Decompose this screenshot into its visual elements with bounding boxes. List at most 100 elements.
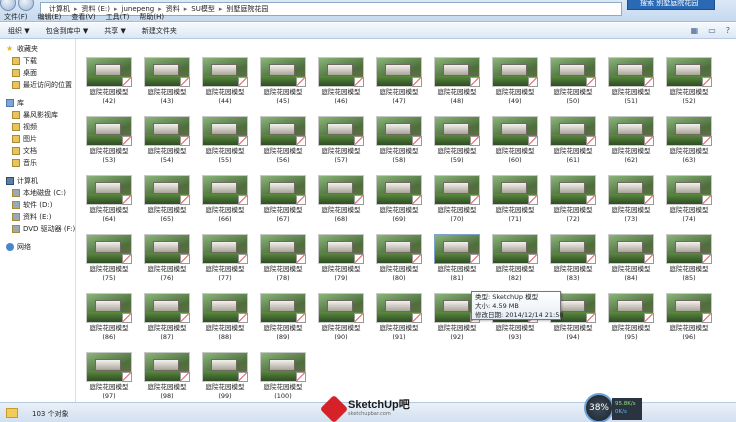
file-item[interactable]: 庭院花园模型 (52) xyxy=(663,57,715,112)
sidebar-item[interactable]: 文档 xyxy=(0,145,75,157)
file-item[interactable]: 庭院花园模型 (68) xyxy=(315,175,367,230)
file-item[interactable]: 庭院花园模型 (99) xyxy=(199,352,251,402)
sidebar-item[interactable]: 桌面 xyxy=(0,67,75,79)
file-number: (92) xyxy=(450,333,464,341)
file-item[interactable]: 庭院花园模型 (96) xyxy=(663,293,715,348)
file-item[interactable]: 庭院花园模型 (81) xyxy=(431,234,483,289)
file-item[interactable]: 庭院花园模型 (44) xyxy=(199,57,251,112)
sidebar-item[interactable]: DVD 驱动器 (F:) Au xyxy=(0,223,75,235)
file-name: 庭院花园模型 xyxy=(611,265,651,273)
file-item[interactable]: 庭院花园模型 (54) xyxy=(141,116,193,171)
file-item[interactable]: 庭院花园模型 (75) xyxy=(83,234,135,289)
file-item[interactable]: 庭院花园模型 (87) xyxy=(141,293,193,348)
sketchup-file-icon xyxy=(296,372,306,382)
menu-item[interactable]: 工具(T) xyxy=(106,12,130,22)
sidebar-item[interactable]: 下载 xyxy=(0,55,75,67)
file-item[interactable]: 庭院花园模型 (97) xyxy=(83,352,135,402)
menu-item[interactable]: 查看(V) xyxy=(71,12,95,22)
network-gauge[interactable]: 38% xyxy=(584,393,614,422)
model-thumbnail xyxy=(144,234,190,264)
file-item[interactable]: 庭院花园模型 (90) xyxy=(315,293,367,348)
file-item[interactable]: 庭院花园模型 (50) xyxy=(547,57,599,112)
file-item[interactable]: 庭院花园模型 (77) xyxy=(199,234,251,289)
search-box[interactable]: 搜索 别墅庭院花园 xyxy=(627,0,715,10)
file-item[interactable]: 庭院花园模型 (89) xyxy=(257,293,309,348)
file-name: 庭院花园模型 xyxy=(147,147,187,155)
share-button[interactable]: 共享 ▼ xyxy=(96,26,134,36)
sketchup-file-icon xyxy=(180,195,190,205)
file-item[interactable]: 庭院花园模型 (76) xyxy=(141,234,193,289)
file-item[interactable]: 庭院花园模型 (69) xyxy=(373,175,425,230)
file-item[interactable]: 庭院花园模型 (65) xyxy=(141,175,193,230)
file-item[interactable]: 庭院花园模型 (59) xyxy=(431,116,483,171)
menu-item[interactable]: 文件(F) xyxy=(4,12,28,22)
sidebar-item[interactable]: 音乐 xyxy=(0,157,75,169)
file-item[interactable]: 庭院花园模型 (70) xyxy=(431,175,483,230)
file-item[interactable]: 庭院花园模型 (49) xyxy=(489,57,541,112)
sidebar-libraries[interactable]: 库 xyxy=(0,97,75,109)
file-item[interactable]: 庭院花园模型 (45) xyxy=(257,57,309,112)
back-button[interactable] xyxy=(0,0,16,11)
file-item[interactable]: 庭院花园模型 (98) xyxy=(141,352,193,402)
file-item[interactable]: 庭院花园模型 (83) xyxy=(547,234,599,289)
sidebar-item[interactable]: 软件 (D:) xyxy=(0,199,75,211)
file-item[interactable]: 庭院花园模型 (79) xyxy=(315,234,367,289)
file-item[interactable]: 庭院花园模型 (47) xyxy=(373,57,425,112)
file-item[interactable]: 庭院花园模型 (48) xyxy=(431,57,483,112)
file-item[interactable]: 庭院花园模型 (42) xyxy=(83,57,135,112)
preview-pane-icon[interactable]: ▭ xyxy=(708,26,716,35)
sidebar-item[interactable]: 本地磁盘 (C:) xyxy=(0,187,75,199)
file-item[interactable]: 庭院花园模型 (57) xyxy=(315,116,367,171)
forward-button[interactable] xyxy=(18,0,34,11)
file-item[interactable]: 庭院花园模型 (88) xyxy=(199,293,251,348)
file-item[interactable]: 庭院花园模型 (58) xyxy=(373,116,425,171)
file-item[interactable]: 庭院花园模型 (74) xyxy=(663,175,715,230)
file-item[interactable]: 庭院花园模型 (43) xyxy=(141,57,193,112)
file-item[interactable]: 庭院花园模型 (80) xyxy=(373,234,425,289)
file-item[interactable]: 庭院花园模型 (72) xyxy=(547,175,599,230)
sidebar-item[interactable]: 最近访问的位置 xyxy=(0,79,75,91)
sidebar-item[interactable]: 图片 xyxy=(0,133,75,145)
file-item[interactable]: 庭院花园模型 (86) xyxy=(83,293,135,348)
include-library-button[interactable]: 包含到库中 ▼ xyxy=(38,26,97,36)
view-options-icon[interactable]: ▦ xyxy=(691,26,699,35)
sketchup-file-icon xyxy=(296,77,306,87)
file-item[interactable]: 庭院花园模型 (95) xyxy=(605,293,657,348)
file-item[interactable]: 庭院花园模型 (60) xyxy=(489,116,541,171)
sidebar-item[interactable]: 资料 (E:) xyxy=(0,211,75,223)
file-item[interactable]: 庭院花园模型 (61) xyxy=(547,116,599,171)
file-name: 庭院花园模型 xyxy=(437,206,477,214)
file-item[interactable]: 庭院花园模型 (85) xyxy=(663,234,715,289)
file-item[interactable]: 庭院花园模型 (53) xyxy=(83,116,135,171)
file-item[interactable]: 庭院花园模型 (63) xyxy=(663,116,715,171)
file-item[interactable]: 庭院花园模型 (78) xyxy=(257,234,309,289)
file-item[interactable]: 庭院花园模型 (55) xyxy=(199,116,251,171)
file-item[interactable]: 庭院花园模型 (66) xyxy=(199,175,251,230)
new-folder-button[interactable]: 新建文件夹 xyxy=(134,26,185,36)
file-name: 庭院花园模型 xyxy=(147,324,187,332)
help-icon[interactable]: ? xyxy=(726,26,730,35)
file-item[interactable]: 庭院花园模型 (73) xyxy=(605,175,657,230)
file-item[interactable]: 庭院花园模型 (100) xyxy=(257,352,309,402)
sidebar-item[interactable]: 视频 xyxy=(0,121,75,133)
menu-item[interactable]: 编辑(E) xyxy=(38,12,62,22)
file-item[interactable]: 庭院花园模型 (84) xyxy=(605,234,657,289)
sidebar-favorites[interactable]: ★ 收藏夹 xyxy=(0,43,75,55)
sidebar-item[interactable]: 暴风影视库 xyxy=(0,109,75,121)
file-item[interactable]: 庭院花园模型 (67) xyxy=(257,175,309,230)
file-name: 庭院花园模型 xyxy=(263,147,303,155)
sidebar-computer[interactable]: 计算机 xyxy=(0,175,75,187)
file-item[interactable]: 庭院花园模型 (46) xyxy=(315,57,367,112)
file-item[interactable]: 庭院花园模型 (56) xyxy=(257,116,309,171)
file-item[interactable]: 庭院花园模型 (51) xyxy=(605,57,657,112)
file-item[interactable]: 庭院花园模型 (62) xyxy=(605,116,657,171)
file-item[interactable]: 庭院花园模型 (71) xyxy=(489,175,541,230)
file-item[interactable]: 庭院花园模型 (64) xyxy=(83,175,135,230)
model-thumbnail xyxy=(550,175,596,205)
file-item[interactable]: 庭院花园模型 (82) xyxy=(489,234,541,289)
organize-button[interactable]: 组织 ▼ xyxy=(0,26,38,36)
model-thumbnail xyxy=(144,293,190,323)
sidebar-network[interactable]: 网络 xyxy=(0,241,75,253)
menu-item[interactable]: 帮助(H) xyxy=(139,12,164,22)
file-item[interactable]: 庭院花园模型 (91) xyxy=(373,293,425,348)
